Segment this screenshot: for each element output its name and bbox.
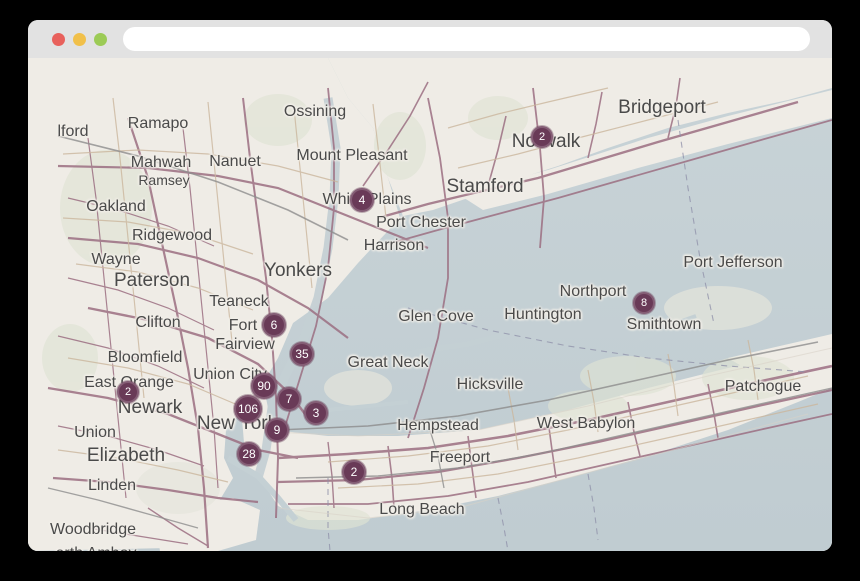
map-cluster-marker[interactable]: 90 xyxy=(251,373,277,399)
close-button[interactable] xyxy=(52,33,65,46)
browser-window: BridgeportOssiningRamapolfordNorwalkMahw… xyxy=(28,20,832,551)
map-cluster-marker[interactable]: 2 xyxy=(531,126,553,148)
map-viewport[interactable]: BridgeportOssiningRamapolfordNorwalkMahw… xyxy=(28,58,832,551)
map-cluster-marker[interactable]: 28 xyxy=(237,442,261,466)
map-cluster-marker[interactable]: 35 xyxy=(290,342,314,366)
map-cluster-marker[interactable]: 106 xyxy=(234,395,262,423)
map-cluster-marker[interactable]: 4 xyxy=(350,188,374,212)
traffic-lights xyxy=(52,33,107,46)
url-input[interactable] xyxy=(123,27,810,51)
browser-titlebar xyxy=(28,20,832,58)
map-cluster-marker[interactable]: 9 xyxy=(265,418,289,442)
map-cluster-marker[interactable]: 6 xyxy=(262,313,286,337)
map-cluster-marker[interactable]: 2 xyxy=(342,460,366,484)
map-cluster-marker[interactable]: 8 xyxy=(633,292,655,314)
map-cluster-marker[interactable]: 3 xyxy=(304,401,328,425)
map-cluster-marker[interactable]: 7 xyxy=(277,387,301,411)
map-cluster-marker[interactable]: 2 xyxy=(117,381,139,403)
maximize-button[interactable] xyxy=(94,33,107,46)
minimize-button[interactable] xyxy=(73,33,86,46)
map-tiles xyxy=(28,58,832,551)
